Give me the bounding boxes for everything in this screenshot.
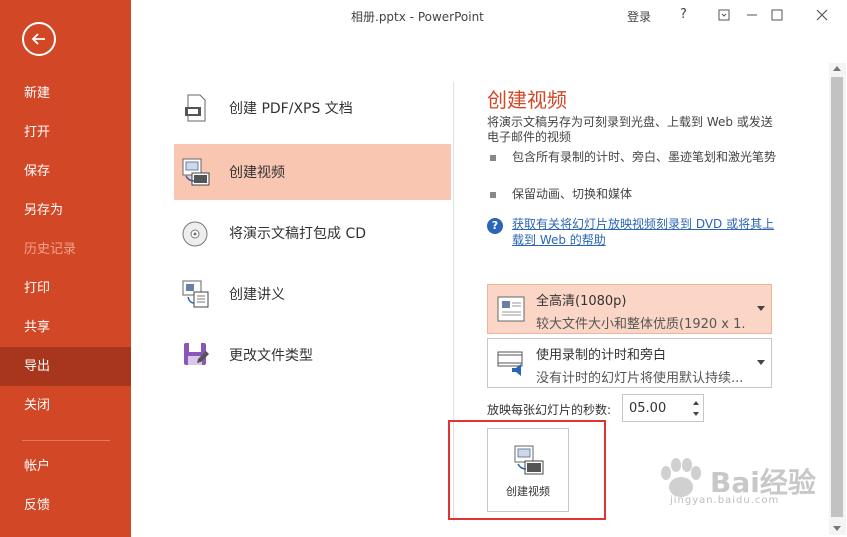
nav-account[interactable]: 帐户 [0, 447, 131, 486]
bullet-text: 保留动画、切换和媒体 [512, 187, 633, 201]
help-button[interactable]: ? [680, 7, 687, 22]
seconds-per-slide-label: 放映每张幻灯片的秒数: [487, 403, 612, 417]
nav-feedback[interactable]: 反馈 [0, 486, 131, 525]
spin-up-icon[interactable] [691, 398, 701, 408]
help-link[interactable]: 获取有关将幻灯片放映视频刻录到 DVD 或将其上载到 Web 的帮助 [512, 216, 777, 248]
seconds-value: 05.00 [629, 401, 667, 416]
panel-title: 创建视频 [487, 88, 567, 112]
scroll-up-icon[interactable] [833, 66, 841, 71]
backstage-sidebar: 新建 打开 保存 另存为 历史记录 打印 共享 导出 关闭 帐户 反馈 [0, 0, 131, 537]
login-link[interactable]: 登录 [627, 8, 651, 25]
help-question-icon: ? [487, 218, 503, 234]
nav-share[interactable]: 共享 [0, 308, 131, 347]
scroll-down-icon[interactable] [833, 526, 841, 531]
chevron-down-icon [757, 306, 765, 311]
export-file-type-label: 更改文件类型 [229, 348, 313, 364]
export-pdf-xps[interactable]: 创建 PDF/XPS 文档 [174, 80, 451, 136]
export-handouts[interactable]: 创建讲义 [174, 266, 451, 322]
seconds-per-slide-input[interactable]: 05.00 [622, 394, 704, 422]
vertical-scrollbar[interactable] [829, 63, 846, 535]
nav-close[interactable]: 关闭 [0, 386, 131, 425]
create-video-button[interactable]: 创建视频 [487, 428, 569, 512]
export-pdf-label: 创建 PDF/XPS 文档 [229, 101, 353, 117]
create-video-icon [514, 445, 544, 475]
create-video-button-label: 创建视频 [506, 485, 550, 498]
export-handouts-label: 创建讲义 [229, 287, 285, 303]
presentation-quality-icon [497, 296, 525, 322]
quality-dropdown[interactable]: 全高清(1080p) 较大文件大小和整体优质(1920 x 1... [487, 284, 772, 334]
timing-sub-text: 没有计时的幻灯片将使用默认持续... [536, 371, 744, 386]
narration-timing-icon [497, 351, 523, 376]
nav-open[interactable]: 打开 [0, 113, 131, 152]
back-button[interactable] [22, 22, 56, 56]
export-package-cd[interactable]: 将演示文稿打包成 CD [174, 205, 451, 261]
export-create-video[interactable]: 创建视频 [174, 144, 451, 200]
bullet-text: 包含所有录制的计时、旁白、墨迹笔划和激光笔势 [512, 150, 777, 164]
chevron-down-icon [757, 360, 765, 365]
spin-down-icon[interactable] [691, 409, 701, 419]
export-change-file-type[interactable]: 更改文件类型 [174, 327, 451, 383]
export-cd-label: 将演示文稿打包成 CD [229, 226, 367, 242]
scroll-thumb[interactable] [831, 77, 843, 517]
quality-sub-text: 较大文件大小和整体优质(1920 x 1... [536, 317, 746, 332]
maximize-icon[interactable] [767, 5, 787, 25]
nav-export[interactable]: 导出 [0, 347, 131, 386]
panel-description: 将演示文稿另存为可刻录到光盘、上载到 Web 或发送电子邮件的视频 [487, 115, 773, 144]
nav-save[interactable]: 保存 [0, 152, 131, 191]
bullet-square [490, 192, 496, 198]
quality-main-text: 全高清(1080p) [536, 294, 627, 309]
nav-new[interactable]: 新建 [0, 74, 131, 113]
file-type-icon [184, 343, 209, 365]
timing-main-text: 使用录制的计时和旁白 [536, 348, 667, 363]
nav-save-as[interactable]: 另存为 [0, 191, 131, 230]
window-title: 相册.pptx - PowerPoint [351, 10, 484, 24]
nav-divider [22, 440, 110, 441]
cd-icon [182, 221, 208, 247]
watermark-url: jingyan.baidu.com [670, 495, 780, 506]
ribbon-display-icon[interactable] [714, 5, 734, 25]
close-window-icon[interactable] [812, 5, 832, 25]
pdf-document-icon [185, 94, 206, 122]
nav-history: 历史记录 [24, 242, 77, 257]
handout-icon [182, 280, 209, 308]
bullet-square [490, 155, 496, 161]
back-arrow-icon [31, 33, 45, 45]
export-video-label: 创建视频 [229, 165, 285, 181]
nav-print[interactable]: 打印 [0, 269, 131, 308]
minimize-icon[interactable] [742, 5, 762, 25]
timing-dropdown[interactable]: 使用录制的计时和旁白 没有计时的幻灯片将使用默认持续... [487, 338, 772, 388]
baidu-watermark: Bai经验 jingyan.baidu.com [650, 455, 820, 515]
create-video-icon [182, 158, 210, 186]
panel-divider [453, 82, 454, 522]
